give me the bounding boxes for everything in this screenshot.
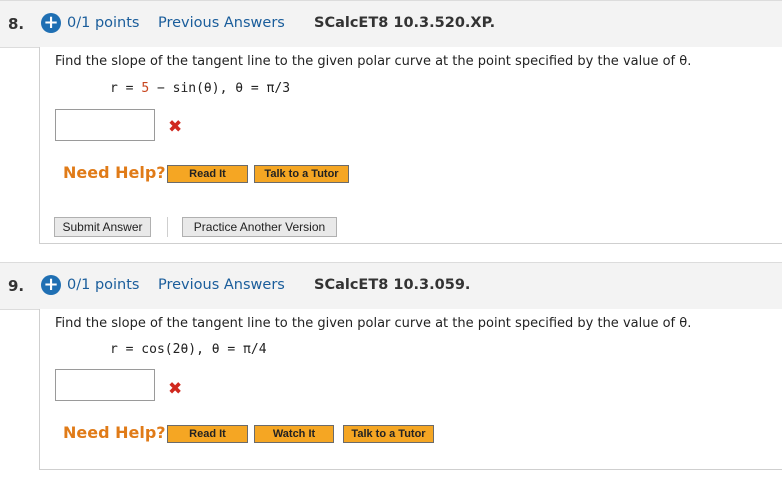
question-code: SCalcET8 10.3.520.XP.	[314, 15, 496, 31]
plus-circle-icon[interactable]: +	[41, 275, 61, 295]
question-9-header: 9. + 0/1 points Previous Answers SCalcET…	[0, 262, 782, 310]
practice-another-version-button[interactable]: Practice Another Version	[182, 217, 337, 237]
read-it-button[interactable]: Read It	[167, 165, 248, 183]
question-number: 8.	[8, 15, 25, 33]
answer-input[interactable]	[55, 369, 155, 401]
watch-it-label: Watch It	[272, 428, 316, 440]
points-link[interactable]: 0/1 points	[67, 277, 139, 293]
talk-to-tutor-label: Talk to a Tutor	[351, 428, 426, 440]
question-8-header: 8. + 0/1 points Previous Answers SCalcET…	[0, 0, 782, 48]
formula-prefix: r =	[110, 81, 142, 96]
talk-to-tutor-label: Talk to a Tutor	[264, 168, 339, 180]
need-help-label: Need Help?	[63, 423, 166, 442]
previous-answers-link[interactable]: Previous Answers	[158, 277, 285, 293]
question-code: SCalcET8 10.3.059.	[314, 277, 471, 293]
previous-answers-link[interactable]: Previous Answers	[158, 15, 285, 31]
read-it-label: Read It	[189, 168, 226, 180]
plus-circle-icon[interactable]: +	[41, 13, 61, 33]
submit-answer-button[interactable]: Submit Answer	[54, 217, 151, 237]
question-8-body: Find the slope of the tangent line to th…	[39, 47, 782, 244]
question-9-body: Find the slope of the tangent line to th…	[39, 309, 782, 470]
question-prompt: Find the slope of the tangent line to th…	[55, 316, 692, 331]
formula-rest: − sin(θ), θ = π/3	[149, 81, 291, 96]
answer-input[interactable]	[55, 109, 155, 141]
question-number: 9.	[8, 277, 25, 295]
question-prompt: Find the slope of the tangent line to th…	[55, 54, 692, 69]
question-formula: r = cos(2θ), θ = π/4	[110, 342, 267, 357]
need-help-label: Need Help?	[63, 163, 166, 182]
read-it-label: Read It	[189, 428, 226, 440]
formula-number: 5	[141, 81, 150, 96]
watch-it-button[interactable]: Watch It	[254, 425, 334, 443]
talk-to-tutor-button[interactable]: Talk to a Tutor	[343, 425, 434, 443]
talk-to-tutor-button[interactable]: Talk to a Tutor	[254, 165, 349, 183]
incorrect-x-icon: ✖	[168, 379, 183, 399]
incorrect-x-icon: ✖	[168, 117, 183, 137]
button-divider	[167, 217, 168, 237]
read-it-button[interactable]: Read It	[167, 425, 248, 443]
points-link[interactable]: 0/1 points	[67, 15, 139, 31]
question-formula: r = 5 − sin(θ), θ = π/3	[110, 81, 290, 96]
